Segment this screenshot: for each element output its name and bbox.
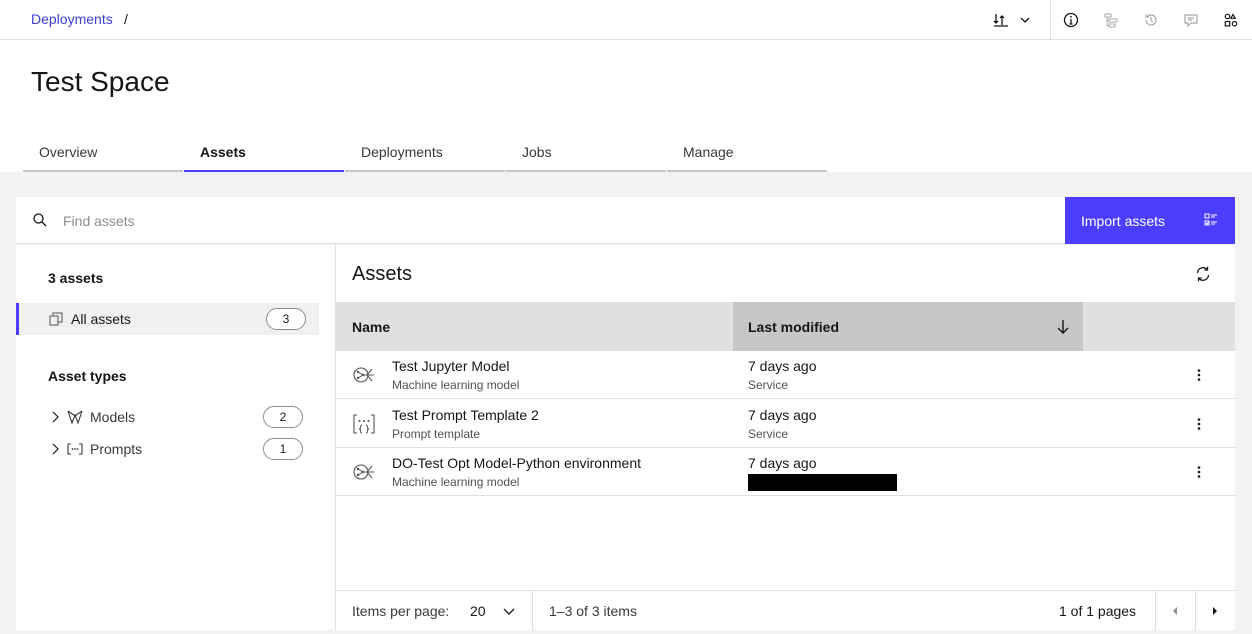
asset-type: Machine learning model (392, 475, 520, 489)
pagination-bar: Items per page: 20 1–3 of 3 items 1 of 1… (336, 590, 1235, 631)
overflow-menu-icon[interactable] (1189, 464, 1209, 485)
tab-assets[interactable]: Assets (184, 136, 344, 172)
count-badge: 3 (266, 308, 306, 330)
sidebar-item-label: All assets (71, 311, 131, 327)
arrow-down-icon[interactable] (1055, 318, 1071, 341)
caret-left-icon (1173, 607, 1177, 615)
tab-jobs[interactable]: Jobs (506, 136, 666, 172)
prompt-icon (352, 413, 376, 440)
toolbar-divider (1050, 0, 1051, 40)
last-modified: 7 days ago (748, 407, 817, 423)
previous-page-button[interactable] (1155, 591, 1195, 631)
model-icon (67, 410, 83, 429)
search-input[interactable] (63, 197, 1053, 244)
asset-type: Prompt template (392, 427, 481, 441)
model-icon (352, 461, 376, 488)
column-header-last-modified[interactable]: Last modified (733, 302, 1083, 351)
modified-by: Service (748, 378, 789, 392)
search-bar (16, 197, 1065, 244)
sidebar-item-models[interactable]: Models 2 (16, 401, 319, 433)
count-badge: 1 (263, 438, 303, 460)
item-range: 1–3 of 3 items (549, 603, 637, 619)
assets-title: Assets (352, 263, 413, 285)
comment-icon[interactable] (1181, 10, 1201, 30)
table-header: Name Last modified (336, 302, 1235, 351)
assets-panel: Assets Name Last modified Test Jupyter M… (336, 245, 1235, 631)
prompt-icon (67, 442, 83, 461)
chevron-right-icon[interactable] (50, 410, 62, 429)
top-bar: Deployments / (0, 0, 1252, 40)
sidebar-item-all-assets[interactable]: All assets 3 (16, 303, 319, 335)
caret-right-icon (1213, 607, 1217, 615)
tree-view-icon[interactable] (1101, 10, 1121, 30)
chevron-down-icon[interactable] (1015, 10, 1035, 30)
history-icon[interactable] (1141, 10, 1161, 30)
tab-manage[interactable]: Manage (667, 136, 827, 172)
asset-types-heading: Asset types (48, 368, 127, 384)
redacted-block (748, 474, 897, 491)
tab-overview[interactable]: Overview (23, 136, 183, 172)
sidebar-item-label: Prompts (90, 441, 143, 457)
asset-name[interactable]: Test Prompt Template 2 (392, 407, 539, 423)
column-header-label: Last modified (748, 319, 840, 335)
import-assets-label: Import assets (1081, 212, 1166, 229)
table-row[interactable]: Test Jupyter Model Machine learning mode… (336, 351, 1235, 399)
count-badge: 2 (263, 406, 303, 428)
next-page-button[interactable] (1195, 591, 1235, 631)
asset-name[interactable]: Test Jupyter Model (392, 358, 510, 374)
breadcrumb-separator: / (124, 11, 128, 27)
asset-count-heading: 3 assets (48, 270, 104, 286)
items-per-page-select[interactable]: 20 (470, 603, 486, 619)
model-icon (352, 364, 376, 391)
last-modified: 7 days ago (748, 455, 817, 471)
tab-list: Overview Assets Deployments Jobs Manage (23, 136, 828, 172)
asset-type: Machine learning model (392, 378, 520, 392)
chevron-right-icon[interactable] (50, 442, 62, 461)
sidebar-item-prompts[interactable]: Prompts 1 (16, 433, 319, 465)
breadcrumb-deployments-link[interactable]: Deployments (31, 11, 113, 27)
table-row[interactable]: Test Prompt Template 2 Prompt template 7… (336, 400, 1235, 448)
sidebar-item-label: Models (90, 409, 136, 425)
column-header-name[interactable]: Name (352, 319, 390, 335)
import-icon (1203, 212, 1219, 231)
upload-download-icon[interactable] (991, 10, 1011, 30)
apps-icon[interactable] (1221, 10, 1241, 30)
items-per-page-label: Items per page: (352, 603, 450, 619)
table-row[interactable]: DO-Test Opt Model-Python environment Mac… (336, 448, 1235, 496)
tab-deployments[interactable]: Deployments (345, 136, 505, 172)
chevron-down-icon[interactable] (502, 604, 516, 623)
pagination-divider (532, 591, 533, 631)
page-count: 1 of 1 pages (1059, 603, 1137, 619)
asset-filter-sidebar: 3 assets All assets 3 Asset types Models… (16, 245, 336, 630)
overflow-menu-icon[interactable] (1189, 367, 1209, 388)
last-modified: 7 days ago (748, 358, 817, 374)
copy-icon (49, 312, 63, 331)
overflow-menu-icon[interactable] (1189, 416, 1209, 437)
refresh-icon[interactable] (1194, 265, 1212, 288)
asset-name[interactable]: DO-Test Opt Model-Python environment (392, 455, 641, 471)
modified-by: Service (748, 427, 789, 441)
page-title: Test Space (31, 66, 170, 97)
import-assets-button[interactable]: Import assets (1065, 197, 1235, 244)
info-icon[interactable] (1061, 10, 1081, 30)
search-icon (32, 212, 48, 233)
